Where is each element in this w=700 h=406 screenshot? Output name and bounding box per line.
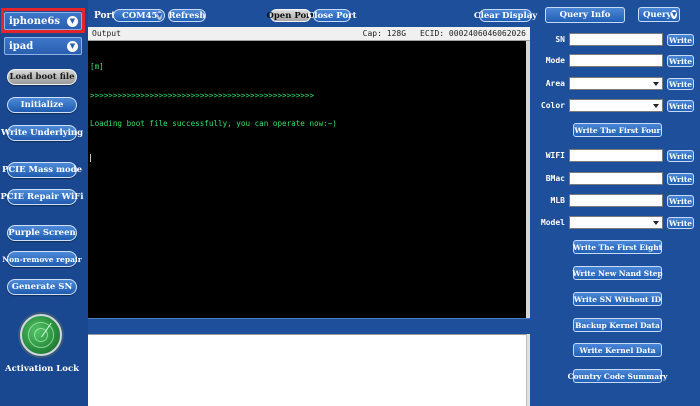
write-area-button[interactable]: Write	[667, 78, 694, 90]
model-label: Model	[540, 218, 565, 227]
port-select[interactable]: COM45 ▼	[113, 9, 165, 22]
log-textarea[interactable]	[88, 334, 530, 406]
console-scrollbar[interactable]	[526, 41, 530, 318]
output-header: Output Cap: 128G ECID: 0002406046062026	[88, 27, 530, 41]
output-console[interactable]: [m] >>>>>>>>>>>>>>>>>>>>>>>>>>>>>>>>>>>>…	[88, 41, 526, 318]
chevron-down-icon: ▼	[671, 10, 677, 19]
write-bmac-button[interactable]: Write	[667, 173, 694, 185]
load-boot-file-button[interactable]: Load boot file	[7, 69, 77, 85]
color-select[interactable]	[569, 99, 663, 112]
console-footer-bar	[88, 318, 530, 334]
chevron-down-icon: ▼	[157, 11, 163, 20]
capacity-readout: Cap: 128G	[362, 29, 407, 38]
close-port-button[interactable]: Close Port	[307, 9, 357, 22]
dropdown-arrow-icon	[653, 221, 659, 225]
chevron-down-icon: ▼	[67, 40, 78, 52]
ecid-readout: ECID: 0002406046062026	[420, 29, 526, 38]
clear-display-button[interactable]: Clear Display	[474, 9, 537, 22]
write-new-nand-step-button[interactable]: Write New Nand Step	[572, 266, 663, 280]
model-select[interactable]	[569, 216, 663, 229]
write-first-eight-button[interactable]: Write The First Eight	[573, 240, 662, 254]
console-line: Loading boot file successfully, you can …	[90, 119, 337, 128]
bmac-input[interactable]	[569, 172, 663, 185]
text-cursor	[90, 153, 91, 162]
console-line: [m]	[90, 62, 104, 71]
area-select[interactable]	[569, 77, 663, 90]
write-color-button[interactable]: Write	[667, 100, 694, 112]
write-first-four-button[interactable]: Write The First Four	[573, 123, 662, 137]
console-line: >>>>>>>>>>>>>>>>>>>>>>>>>>>>>>>>>>>>>>>>…	[90, 90, 315, 100]
query-select[interactable]: Query ▼	[638, 7, 680, 22]
log-scrollbar[interactable]	[526, 334, 530, 406]
pcie-repair-wifi-button[interactable]: PCIE Repair WiFi	[0, 189, 84, 205]
mode-label: Mode	[545, 56, 565, 65]
write-sn-button[interactable]: Write	[667, 34, 694, 46]
country-code-summary-button[interactable]: Country Code Summary	[568, 369, 667, 383]
mlb-label: MLB	[550, 196, 565, 205]
wifi-label: WIFI	[545, 151, 565, 160]
device-select-secondary-label: ipad	[9, 40, 34, 52]
backup-kernel-data-button[interactable]: Backup Kernel Data	[573, 318, 662, 332]
write-kernel-data-button[interactable]: Write Kernel Data	[573, 343, 662, 357]
dropdown-arrow-icon	[653, 82, 659, 86]
non-remove-repair-button[interactable]: Non-remove repair	[2, 251, 82, 267]
area-label: Area	[545, 79, 565, 88]
wifi-input[interactable]	[569, 149, 663, 162]
open-port-button[interactable]: Open Port	[266, 9, 315, 22]
port-select-value: COM45	[122, 10, 158, 21]
query-select-label: Query	[643, 9, 672, 20]
mlb-input[interactable]	[569, 194, 663, 207]
bmac-label: BMac	[545, 174, 565, 183]
write-mode-button[interactable]: Write	[667, 55, 694, 67]
pcie-mass-mode-button[interactable]: PCIE Mass mode	[2, 162, 82, 178]
mode-input[interactable]	[569, 54, 663, 67]
initialize-button[interactable]: Initialize	[7, 97, 77, 113]
refresh-button[interactable]: Refresh	[168, 9, 206, 22]
write-wifi-button[interactable]: Write	[667, 150, 694, 162]
sn-label: SN	[555, 35, 565, 44]
dropdown-arrow-icon	[653, 104, 659, 108]
purple-screen-button[interactable]: Purple Screen	[7, 225, 77, 241]
write-sn-without-id-button[interactable]: Write SN Without ID	[573, 292, 662, 306]
write-underlying-button[interactable]: Write Underlying	[1, 125, 83, 141]
activation-lock-radar-icon[interactable]	[20, 314, 62, 356]
activation-lock-label: Activation Lock	[4, 364, 80, 374]
query-info-button[interactable]: Query Info	[545, 7, 625, 23]
write-mlb-button[interactable]: Write	[667, 195, 694, 207]
color-label: Color	[540, 101, 565, 110]
output-label: Output	[92, 29, 121, 38]
generate-sn-button[interactable]: Generate SN	[7, 279, 77, 295]
sn-input[interactable]	[569, 33, 663, 46]
device-select-secondary[interactable]: ipad ▼	[4, 37, 82, 55]
write-model-button[interactable]: Write	[667, 217, 694, 229]
selection-highlight	[1, 8, 85, 33]
